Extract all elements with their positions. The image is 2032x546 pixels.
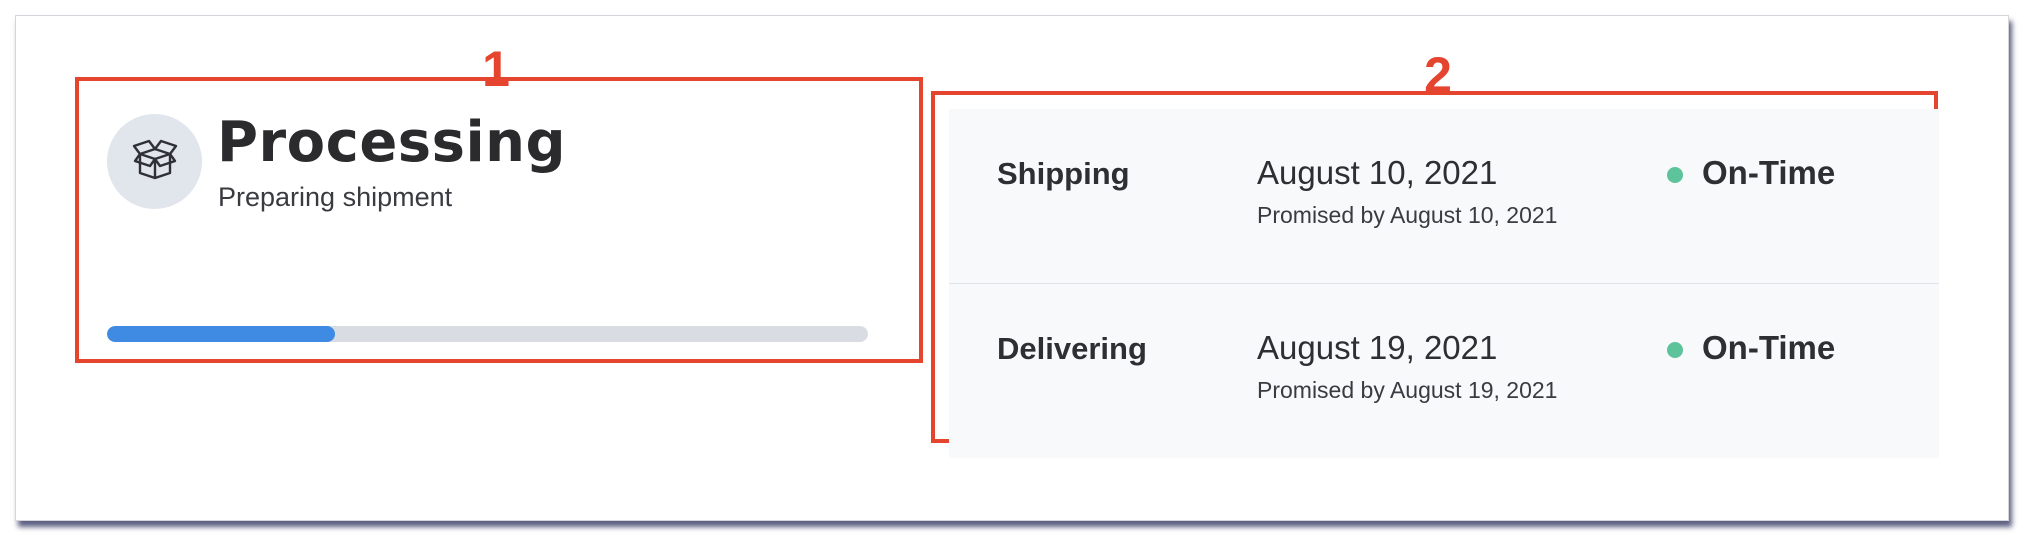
shipment-status-card: 1 Processing Preparing shipment 2 Shippi… (15, 15, 2009, 521)
delivery-timeline: Shipping August 10, 2021 Promised by Aug… (949, 109, 1939, 458)
on-time-status-dot (1667, 342, 1683, 358)
progress-bar (107, 326, 868, 342)
step-date: August 19, 2021 (1257, 329, 1498, 366)
box-open-icon (131, 137, 179, 186)
step-date: August 10, 2021 (1257, 154, 1498, 191)
step-promised-date: Promised by August 10, 2021 (1257, 202, 1558, 228)
progress-bar-fill (107, 326, 336, 342)
step-status: On-Time (1702, 329, 1836, 366)
status-summary: Processing Preparing shipment (94, 97, 918, 359)
timeline-row-delivering: Delivering August 19, 2021 Promised by A… (949, 284, 1939, 459)
step-label: Shipping (997, 156, 1130, 191)
on-time-status-dot (1667, 167, 1683, 183)
status-title: Processing (217, 110, 567, 175)
step-promised-date: Promised by August 19, 2021 (1257, 377, 1558, 403)
status-icon-circle (107, 114, 202, 209)
step-label: Delivering (997, 331, 1147, 366)
step-status: On-Time (1702, 154, 1836, 191)
status-subtitle: Preparing shipment (218, 182, 453, 212)
timeline-row-shipping: Shipping August 10, 2021 Promised by Aug… (949, 109, 1939, 284)
